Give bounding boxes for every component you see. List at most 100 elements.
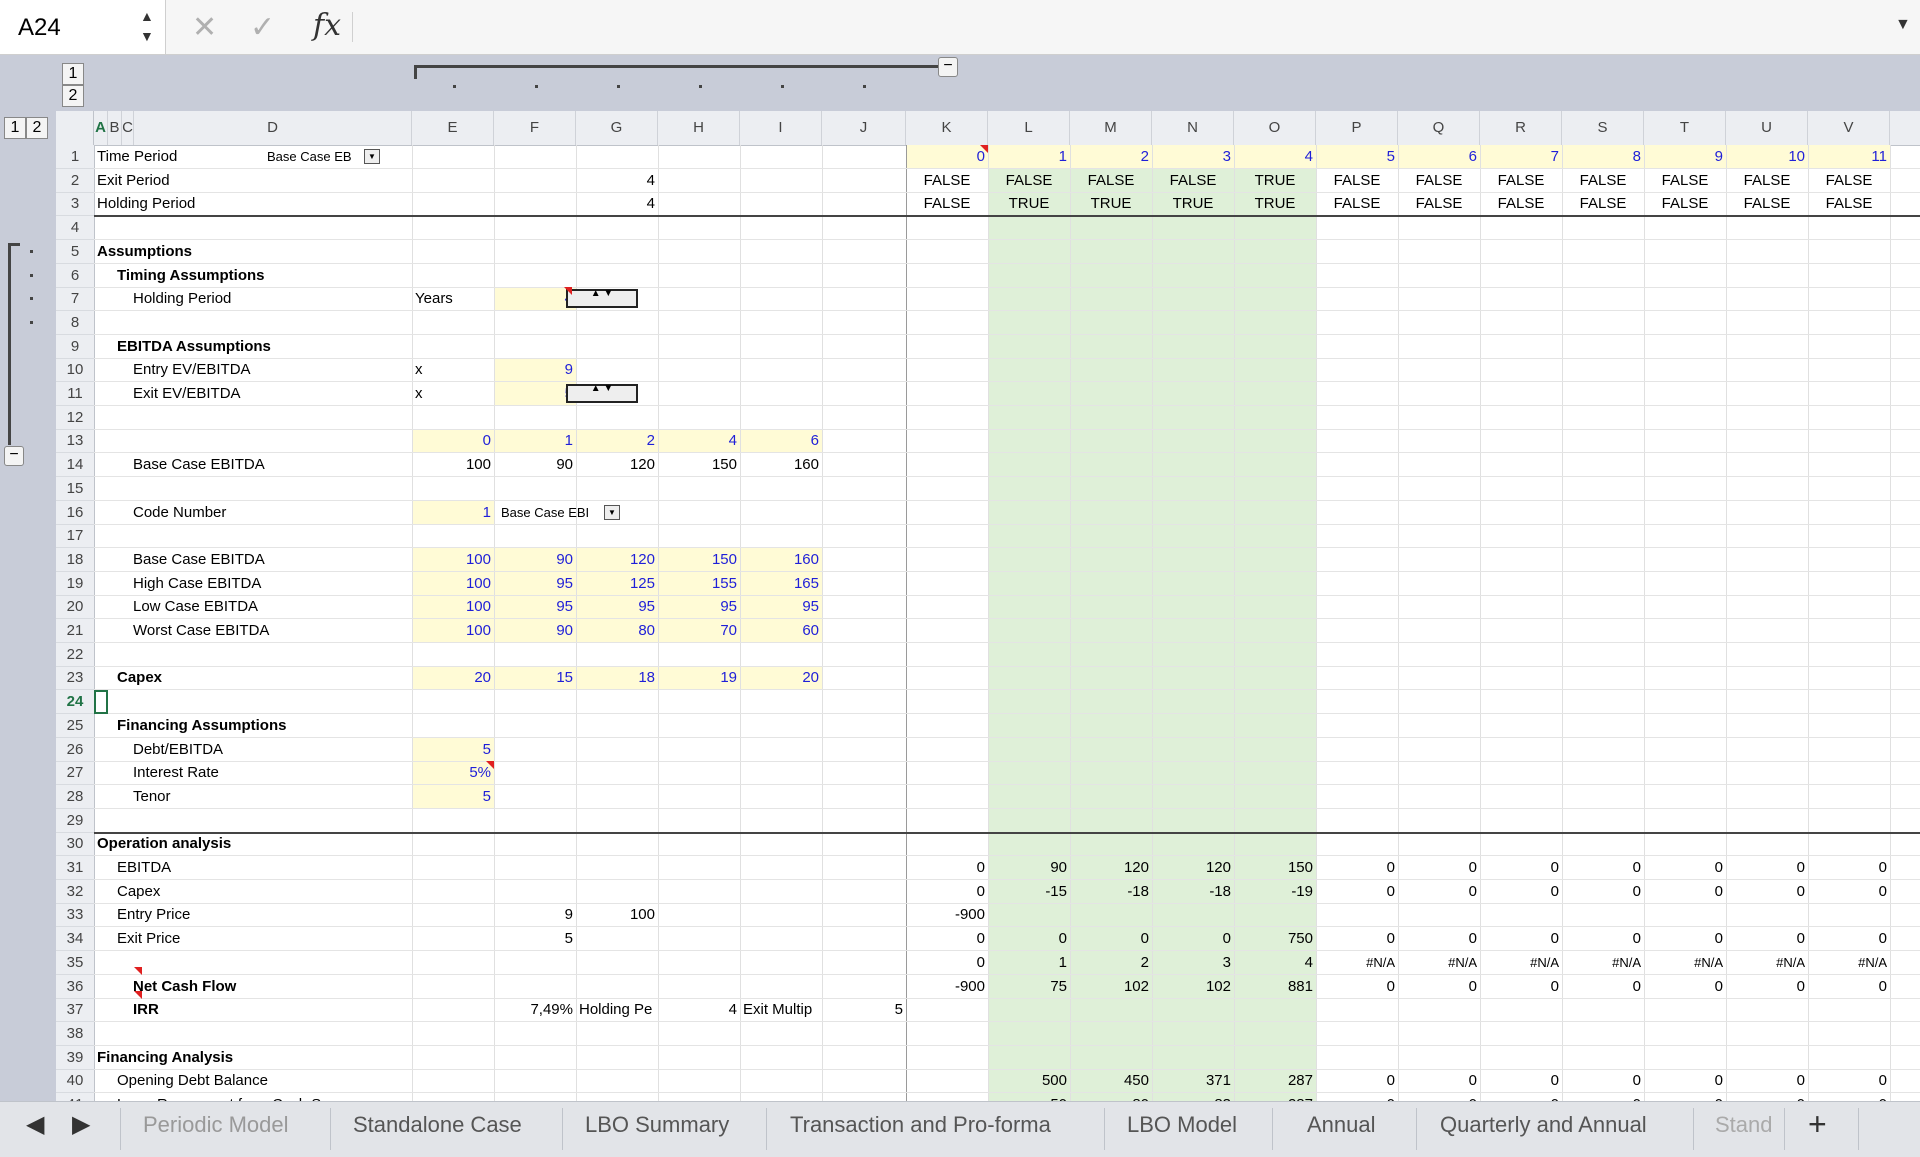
- tab-transaction-and-pro-forma[interactable]: Transaction and Pro-forma: [790, 1112, 1051, 1138]
- column-header-l[interactable]: L: [988, 111, 1070, 145]
- timeline-r40[interactable]: 0: [1398, 1069, 1480, 1092]
- row-header-3[interactable]: 3: [56, 192, 94, 216]
- timeline-r34[interactable]: 0: [1070, 927, 1152, 950]
- row-header-2[interactable]: 2: [56, 169, 94, 193]
- scroll-tabs-right-icon[interactable]: ▶: [72, 1110, 90, 1139]
- value-row21[interactable]: 80: [576, 619, 658, 642]
- timeline-r36[interactable]: 102: [1152, 975, 1234, 998]
- value-row21[interactable]: 70: [658, 619, 740, 642]
- timeline-r34[interactable]: 0: [1316, 927, 1398, 950]
- timeline-r40[interactable]: 0: [1808, 1069, 1890, 1092]
- timeline-r41[interactable]: 50: [988, 1093, 1070, 1101]
- input-interest-rate[interactable]: 5%: [412, 761, 494, 784]
- timeline-r3[interactable]: FALSE: [1562, 192, 1644, 215]
- tab-periodic-model[interactable]: Periodic Model: [143, 1112, 289, 1138]
- timeline-r41[interactable]: 0: [1316, 1093, 1398, 1101]
- column-header-i[interactable]: I: [740, 111, 822, 145]
- timeline-r32[interactable]: 0: [1726, 880, 1808, 903]
- label-exit-ev-ebitda[interactable]: Exit EV/EBITDA: [130, 382, 372, 405]
- label-exit-period[interactable]: Exit Period: [94, 169, 294, 192]
- value-row21[interactable]: 90: [494, 619, 576, 642]
- row-header-4[interactable]: 4: [56, 216, 94, 240]
- timeline-r36[interactable]: 0: [1808, 975, 1890, 998]
- column-header-a[interactable]: A: [94, 111, 108, 145]
- label-worst-case[interactable]: Worst Case EBITDA: [130, 619, 372, 642]
- select-all-corner[interactable]: [56, 111, 94, 145]
- timeline-r2[interactable]: TRUE: [1234, 169, 1316, 192]
- row-header-37[interactable]: 37: [56, 998, 94, 1022]
- timeline-r40[interactable]: 0: [1726, 1069, 1808, 1092]
- timeline-r32[interactable]: 0: [1644, 880, 1726, 903]
- timeline-r3[interactable]: FALSE: [1644, 192, 1726, 215]
- label-holding-pe[interactable]: Holding Pe: [576, 998, 658, 1021]
- input-tenor[interactable]: 5: [412, 785, 494, 808]
- timeline-r31[interactable]: 120: [1070, 856, 1152, 879]
- timeline-r34[interactable]: 0: [1644, 927, 1726, 950]
- scroll-tabs-left-icon[interactable]: ◀: [26, 1110, 44, 1139]
- tab-lbo-model[interactable]: LBO Model: [1127, 1112, 1237, 1138]
- timeline-r2[interactable]: FALSE: [906, 169, 988, 192]
- unit-x[interactable]: x: [412, 382, 494, 405]
- value-row14[interactable]: 90: [494, 453, 576, 476]
- timeline-r3[interactable]: TRUE: [1070, 192, 1152, 215]
- timeline-r35[interactable]: 1: [988, 951, 1070, 974]
- row-header-32[interactable]: 32: [56, 880, 94, 904]
- row-header-7[interactable]: 7: [56, 287, 94, 311]
- column-header-b[interactable]: B: [108, 111, 122, 145]
- timeline-r3[interactable]: FALSE: [1480, 192, 1562, 215]
- value-row13[interactable]: 2: [576, 429, 658, 452]
- confirm-icon[interactable]: ✓: [250, 10, 275, 45]
- label-holding-period-input[interactable]: Holding Period: [130, 287, 372, 310]
- value-row18[interactable]: 120: [576, 548, 658, 571]
- timeline-r36[interactable]: 0: [1726, 975, 1808, 998]
- timeline-r35[interactable]: 4: [1234, 951, 1316, 974]
- timeline-r2[interactable]: FALSE: [1480, 169, 1562, 192]
- label-capex-op[interactable]: Capex: [114, 880, 328, 903]
- timeline-r32[interactable]: 0: [1480, 880, 1562, 903]
- timeline-r41[interactable]: 0: [1480, 1093, 1562, 1101]
- column-header-s[interactable]: S: [1562, 111, 1644, 145]
- timeline-r35[interactable]: #N/A: [1808, 951, 1890, 974]
- timeline-r36[interactable]: 0: [1398, 975, 1480, 998]
- timeline-r32[interactable]: 0: [1398, 880, 1480, 903]
- timeline-r41[interactable]: 0: [1398, 1093, 1480, 1101]
- row-header-18[interactable]: 18: [56, 548, 94, 572]
- timeline-r1[interactable]: 7: [1480, 145, 1562, 168]
- timeline-r3[interactable]: FALSE: [906, 192, 988, 215]
- row-header-40[interactable]: 40: [56, 1069, 94, 1093]
- section-assumptions[interactable]: Assumptions: [94, 240, 294, 263]
- timeline-r34[interactable]: 0: [906, 927, 988, 950]
- row-header-21[interactable]: 21: [56, 619, 94, 643]
- label-irr[interactable]: IRR: [130, 998, 372, 1021]
- add-sheet-icon[interactable]: +: [1808, 1106, 1827, 1143]
- column-header-v[interactable]: V: [1808, 111, 1890, 145]
- value-row13[interactable]: 6: [740, 429, 822, 452]
- column-header-n[interactable]: N: [1152, 111, 1234, 145]
- label-high-case[interactable]: High Case EBITDA: [130, 572, 372, 595]
- value-row19[interactable]: 125: [576, 572, 658, 595]
- timeline-r2[interactable]: FALSE: [988, 169, 1070, 192]
- column-header-j[interactable]: J: [822, 111, 906, 145]
- column-header-o[interactable]: O: [1234, 111, 1316, 145]
- timeline-r36[interactable]: 0: [1480, 975, 1562, 998]
- timeline-r1[interactable]: 5: [1316, 145, 1398, 168]
- timeline-r31[interactable]: 0: [1398, 856, 1480, 879]
- timeline-r40[interactable]: 0: [1316, 1069, 1398, 1092]
- column-header-g[interactable]: G: [576, 111, 658, 145]
- active-cell-selection[interactable]: [94, 690, 108, 714]
- label-repayment[interactable]: Less: Repayment from Cash Sweep: [114, 1093, 408, 1101]
- timeline-r31[interactable]: 120: [1152, 856, 1234, 879]
- timeline-r41[interactable]: 0: [1562, 1093, 1644, 1101]
- timeline-r31[interactable]: 0: [1316, 856, 1398, 879]
- timeline-r40[interactable]: 371: [1152, 1069, 1234, 1092]
- expand-formula-bar-icon[interactable]: ▼: [1895, 16, 1911, 34]
- value-row20[interactable]: 95: [740, 595, 822, 618]
- input-exit-multiple[interactable]: 5: [494, 382, 576, 405]
- timeline-r3[interactable]: FALSE: [1316, 192, 1398, 215]
- timeline-r32[interactable]: -15: [988, 880, 1070, 903]
- value-holding-period[interactable]: 4: [576, 192, 658, 215]
- row-header-34[interactable]: 34: [56, 927, 94, 951]
- comment-marker-icon[interactable]: [564, 287, 572, 295]
- unit-x[interactable]: x: [412, 358, 494, 381]
- section-financing-analysis[interactable]: Financing Analysis: [94, 1046, 314, 1069]
